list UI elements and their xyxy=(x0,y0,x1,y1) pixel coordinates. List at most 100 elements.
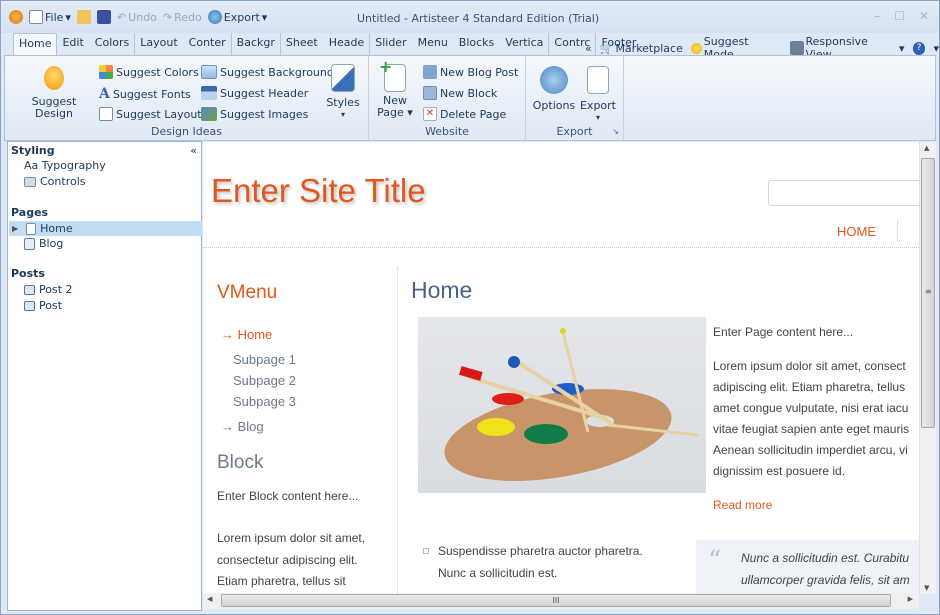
close-button[interactable]: ✕ xyxy=(919,9,929,23)
options-button[interactable]: Options xyxy=(532,66,576,112)
page-text-line: dignissim est posuere id. xyxy=(713,464,846,478)
quote-line: Nunc a sollicitudin est. Curabitu xyxy=(741,551,910,565)
title-bar: File ▾ ↶ Undo ↷ Redo Export ▾ Untitled - Ar… xyxy=(1,1,939,33)
scroll-left-arrow[interactable]: ◀ xyxy=(207,595,212,603)
vmenu-item-subpage-3[interactable]: Subpage 3 xyxy=(233,394,296,409)
site-search-input[interactable] xyxy=(768,180,919,206)
suggest-header-button[interactable]: Suggest Header xyxy=(201,86,308,100)
suggest-images-button[interactable]: Suggest Images xyxy=(201,107,308,121)
delete-page-icon: ✕ xyxy=(423,107,437,121)
export-big-button[interactable]: Export ▾ xyxy=(578,66,618,124)
suggest-colors-button[interactable]: Suggest Colors xyxy=(99,65,199,79)
vmenu-item-blog[interactable]: → Blog xyxy=(221,419,264,434)
blog-icon xyxy=(24,237,35,250)
ribbon-options-dropdown[interactable]: ▾ xyxy=(933,42,939,55)
images-icon xyxy=(201,107,217,121)
tab-background[interactable]: Backgr xyxy=(232,33,281,55)
font-icon: A xyxy=(99,86,110,102)
tab-menu[interactable]: Menu xyxy=(413,33,454,55)
palette-image xyxy=(418,317,706,493)
new-blog-post-button[interactable]: New Blog Post xyxy=(423,65,518,79)
sidebar-item-post-2[interactable]: Post 2 xyxy=(24,283,73,296)
tab-sheet[interactable]: Sheet xyxy=(281,33,324,55)
ribbon: Suggest Design Suggest Colors A Suggest F… xyxy=(4,55,936,141)
ribbon-tabs: Home Edit Colors Layout Conter Backgr Sh… xyxy=(13,33,642,55)
styles-button[interactable]: Styles ▾ xyxy=(323,64,363,121)
lightbulb-icon xyxy=(44,66,64,90)
read-more-link[interactable]: Read more xyxy=(713,498,772,512)
group-label-website: Website xyxy=(425,125,469,138)
block-title: Block xyxy=(217,452,264,473)
tab-home[interactable]: Home xyxy=(13,33,58,55)
group-label-export: Export xyxy=(556,125,593,138)
list-bullet-icon xyxy=(423,548,429,554)
sidebar-item-controls[interactable]: Controls xyxy=(24,175,86,188)
lightbulb-icon xyxy=(690,42,702,54)
vmenu-item-subpage-1[interactable]: Subpage 1 xyxy=(233,352,296,367)
export-button[interactable]: Export ▾ xyxy=(207,10,267,24)
block-icon xyxy=(423,86,437,100)
sidebar-collapse-button[interactable]: « xyxy=(190,144,197,157)
delete-page-button[interactable]: ✕ Delete Page xyxy=(423,107,506,121)
vertical-scrollbar[interactable]: ▲ ≡ ▼ xyxy=(919,142,936,594)
background-icon xyxy=(201,65,217,79)
redo-button[interactable]: ↷ Redo xyxy=(163,11,202,24)
suggest-background-button[interactable]: Suggest Background xyxy=(201,65,334,79)
color-palette-icon xyxy=(99,65,113,79)
open-folder-icon[interactable] xyxy=(76,10,91,24)
tab-header[interactable]: Heade xyxy=(324,33,371,55)
suggest-layout-button[interactable]: Suggest Layout xyxy=(99,107,202,121)
group-website: + New Page ▾ New Blog Post New Block ✕ De… xyxy=(369,56,526,140)
expand-arrow-icon[interactable]: ▶ xyxy=(12,224,18,233)
cart-icon: 🛒 xyxy=(599,41,614,55)
vmenu-item-home[interactable]: → Home xyxy=(221,327,272,342)
sidebar-item-typography[interactable]: Aa Typography xyxy=(24,159,106,172)
new-block-button[interactable]: New Block xyxy=(423,86,497,100)
quote-line: ullamcorper gravida felis, sit am xyxy=(741,573,910,587)
suggest-fonts-button[interactable]: A Suggest Fonts xyxy=(99,86,191,102)
page-text-line: vitae feugiat sapien ante eget mauris xyxy=(713,422,910,436)
monitor-icon xyxy=(789,41,804,55)
horizontal-scroll-thumb[interactable]: III xyxy=(221,594,891,607)
tab-colors[interactable]: Colors xyxy=(90,33,136,55)
minimize-button[interactable]: – xyxy=(874,9,880,23)
sidebar-item-blog[interactable]: Blog xyxy=(24,237,63,250)
dialog-launcher-icon[interactable]: ↘ xyxy=(612,127,619,136)
suggest-design-button[interactable]: Suggest Design xyxy=(13,66,95,120)
new-page-button[interactable]: + New Page ▾ xyxy=(377,59,413,119)
sidebar-heading-posts: Posts xyxy=(11,267,45,280)
file-button[interactable]: File ▾ xyxy=(29,10,71,24)
page-icon xyxy=(26,222,37,235)
maximize-button[interactable]: ☐ xyxy=(894,9,905,23)
horizontal-scrollbar[interactable]: ◀ III ▶ xyxy=(203,593,919,609)
scroll-right-arrow[interactable]: ▶ xyxy=(908,595,913,603)
tab-blocks[interactable]: Blocks xyxy=(454,33,500,55)
group-export: Options Export ▾ Export ↘ xyxy=(526,56,624,140)
scroll-up-arrow[interactable]: ▲ xyxy=(924,144,929,152)
scroll-down-arrow[interactable]: ▼ xyxy=(924,584,929,592)
site-title[interactable]: Enter Site Title xyxy=(211,172,426,210)
tab-slider[interactable]: Slider xyxy=(370,33,412,55)
tab-layout[interactable]: Layout xyxy=(135,33,183,55)
sidebar-heading-pages: Pages xyxy=(11,206,49,219)
app-window: File ▾ ↶ Undo ↷ Redo Export ▾ Untitled - Ar… xyxy=(0,0,940,615)
tab-vertical-menu[interactable]: Vertica xyxy=(500,33,550,55)
save-icon[interactable] xyxy=(96,10,111,24)
collapse-tabs-button[interactable]: « xyxy=(585,42,592,55)
design-canvas: Enter Site Title HOME VMenu → Home Subpa… xyxy=(203,142,919,594)
vmenu-item-subpage-2[interactable]: Subpage 2 xyxy=(233,373,296,388)
tab-edit[interactable]: Edit xyxy=(57,33,89,55)
tab-content[interactable]: Conter xyxy=(184,33,232,55)
sidebar-item-post[interactable]: Post xyxy=(24,299,62,312)
sidebar-item-home[interactable]: ▶ Home xyxy=(9,221,202,236)
vertical-scroll-thumb[interactable]: ≡ xyxy=(921,158,935,428)
nav-item-home[interactable]: HOME xyxy=(837,224,876,239)
post-icon xyxy=(24,284,35,295)
marketplace-button[interactable]: 🛒 Marketplace xyxy=(600,42,683,55)
help-icon[interactable]: ? xyxy=(912,41,926,55)
app-menu-icon[interactable] xyxy=(9,10,23,24)
palette-illustration xyxy=(444,328,699,481)
layout-icon xyxy=(99,107,113,121)
undo-button[interactable]: ↶ Undo xyxy=(117,11,157,24)
page-text-line: amet congue vulputate, nisi erat iacu xyxy=(713,401,909,415)
